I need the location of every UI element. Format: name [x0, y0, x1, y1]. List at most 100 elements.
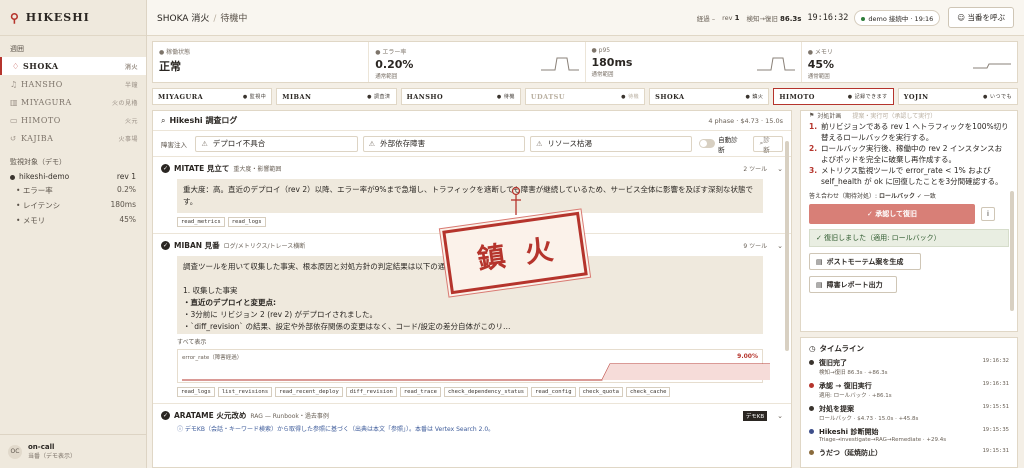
show-all-link[interactable]: すべて表示: [177, 337, 783, 346]
check-icon: ✓: [161, 411, 170, 420]
toggle-label: 自動診断: [718, 135, 738, 154]
toggle-switch[interactable]: [699, 139, 716, 148]
nav-label: MIYAGURA: [21, 97, 72, 107]
report-button[interactable]: ▤ 障害レポート出力: [809, 276, 897, 293]
check-icon: ✓: [161, 241, 170, 250]
station-name: SHOKA: [655, 92, 685, 101]
avatar: OC: [8, 444, 22, 459]
brand-name: HIKESHI: [25, 11, 90, 24]
call-oncall-button[interactable]: ☺ 当番を呼ぶ: [948, 7, 1014, 28]
approve-restore-button[interactable]: ✓ 承認して復旧: [809, 204, 975, 224]
breadcrumb-current: 待機中: [220, 14, 248, 24]
check-icon: ✓: [161, 164, 170, 173]
footer-title: on-call: [28, 443, 55, 451]
error-rate-line: [182, 363, 770, 381]
match-ok: ✓ 一致: [916, 193, 936, 200]
chart-icon: ▥: [10, 97, 19, 107]
panel-scrollbar[interactable]: [1010, 191, 1014, 311]
tool-chip: list_revisions: [217, 387, 273, 397]
pill-label: demo 接続中 · 19:16: [868, 14, 934, 23]
phase-desc: 重大度・影響範囲: [233, 166, 282, 173]
inject-label: デプロイ不具合: [212, 139, 266, 148]
timeline-dot: [809, 429, 814, 434]
station-miyagura[interactable]: MIYAGURA 監視中: [152, 88, 273, 105]
station-miban[interactable]: MIBAN 調査済: [276, 88, 397, 105]
monitor-metric: • メモリ 45%: [16, 215, 136, 225]
plan-step: 2. ロールバック実行後、稼働中の rev 2 インスタンスおよびポッドを完全に破…: [809, 143, 1009, 165]
station-status: 待機: [497, 93, 515, 100]
tool-chip: read_logs: [227, 217, 266, 227]
monitor-target[interactable]: hikeshi-demo rev 1: [0, 170, 146, 183]
log-title: Hikeshi 調査ログ: [169, 116, 238, 125]
station-udatsu[interactable]: UDATSU 待機: [524, 88, 646, 105]
document-icon: ▭: [10, 115, 19, 125]
warning-icon: ⚠: [201, 139, 208, 148]
chevron-down-icon[interactable]: ⌄: [777, 412, 783, 420]
event-time: 19:16:32: [982, 358, 1010, 364]
nav-shoka[interactable]: ♢ SHOKA 消火: [0, 57, 146, 75]
metric-card-error: ● エラー率 0.20% 通常範囲: [369, 42, 586, 82]
station-himoto[interactable]: HIMOTO 記録できます: [773, 88, 894, 105]
timeline-item: うだつ（延焼防止） 19:15:31: [809, 448, 1009, 458]
info-icon[interactable]: i: [981, 207, 995, 221]
user-footer[interactable]: OC on-call 当番（デモ表示）: [0, 434, 147, 468]
station-bar: MIYAGURA 監視中 MIBAN 調査済 HANSHO 待機 UDATSU 待機 S…: [152, 88, 1018, 105]
kb-badge: デモKB: [742, 410, 768, 421]
inject-resource-button[interactable]: ⚠ リソース枯渇: [530, 135, 693, 152]
inject-dependency-button[interactable]: ⚠ 外部依存障害: [362, 135, 526, 152]
text-line: ・3分前に リビジョン 2 (rev 2) がデプロイされました。: [183, 310, 378, 319]
metric-name: メモリ: [22, 216, 46, 225]
station-status: 記録できます: [848, 93, 888, 100]
matoi-icon: [511, 186, 521, 215]
plan-step: 1. 前リビジョンである rev 1 へトラフィックを100%切り替えるロールバッ…: [809, 122, 1009, 142]
nav-miyagura[interactable]: ▥ MIYAGURA 火の見櫓: [0, 93, 146, 111]
metric-label: p95: [598, 47, 611, 54]
timeline-item: 復旧完了 検知→復旧 86.3s · +86.3s 19:16:32: [809, 358, 1009, 376]
monitor-value: rev 1: [116, 172, 136, 181]
event-time: 19:15:51: [982, 404, 1010, 410]
inject-deploy-button[interactable]: ⚠ デプロイ不具合: [195, 135, 358, 152]
rag-note: ⓘ デモKB（会話・キーワード検索）から取得した参照に基づく（出典は本文「参照」…: [177, 424, 783, 433]
metric-sub: 通常範囲: [375, 74, 398, 80]
nav-himoto[interactable]: ▭ HIMOTO 火元: [0, 111, 146, 129]
station-name: HIMOTO: [779, 92, 815, 101]
step-text: 前リビジョンである rev 1 へトラフィックを100%切り替えるロールバックを…: [821, 122, 1009, 142]
event-title: 承認 → 復旧実行: [819, 382, 872, 390]
text-line: ・`diff_revision` の結果、設定や外部依存関係の変更はなく、コード…: [183, 322, 511, 331]
button-label: 障害レポート出力: [826, 280, 883, 289]
rev-label: rev: [722, 13, 733, 22]
status-meta: 経過 – rev 1 検知→復旧 86.3s: [697, 13, 802, 23]
text-line: ・直近のデプロイと変更点:: [183, 298, 276, 307]
station-yojin[interactable]: YOJIN いつでも: [897, 88, 1018, 105]
stamp-char: 鎮: [475, 239, 508, 277]
chevron-down-icon[interactable]: ⌄: [777, 242, 783, 250]
nav-tag: 消火: [124, 63, 138, 71]
tool-chip: diff_revision: [345, 387, 397, 397]
nav-tag: 火事場: [118, 135, 138, 143]
log-scrollbar[interactable]: [785, 141, 789, 351]
diagnose-button[interactable]: ⌕ 診断: [752, 135, 784, 154]
restore-label: 検知→復旧: [746, 14, 778, 23]
breadcrumb-item[interactable]: SHOKA 消火: [157, 14, 209, 24]
timeline-item: 承認 → 復旧実行 適用: ロールバック · +86.1s 19:16:31: [809, 381, 1009, 399]
station-status: 鎮火: [745, 93, 763, 100]
auto-diagnose-toggle[interactable]: 自動診断: [699, 134, 743, 154]
stamp-char: 火: [522, 232, 556, 270]
station-shoka[interactable]: SHOKA 鎮火: [649, 88, 770, 105]
info-icon: ⓘ: [177, 426, 185, 433]
postmortem-button[interactable]: ▤ ポストモーテム案を生成: [809, 253, 921, 270]
nav-hansho[interactable]: ♫ HANSHO 半鐘: [0, 75, 146, 93]
chevron-down-icon[interactable]: ⌄: [777, 165, 783, 173]
nav-kajiba[interactable]: ↺ KAJIBA 火事場: [0, 129, 146, 147]
note-text: デモKB（会話・キーワード検索）から取得した参照に基づく（出典は本文「参照」）。…: [184, 426, 495, 433]
nav-label: KAJIBA: [21, 133, 54, 143]
station-hansho[interactable]: HANSHO 待機: [400, 88, 521, 105]
match-label: 答え合わせ（期待対処）:: [809, 193, 878, 200]
fault-injection: 障害注入 ⚠ デプロイ不具合 ⚠ 外部依存障害 ⚠ リソース枯渇 自動診断 ⌕ 診断: [153, 131, 791, 157]
plan-header: ⚑ 対処計画 提案・実行可（承認して実行）: [809, 111, 1009, 120]
phase-desc: RAG — Runbook・過去事例: [250, 413, 329, 420]
section-label: 週囲: [10, 45, 24, 53]
nav-tag: 火元: [124, 117, 138, 125]
breadcrumb-sep: /: [213, 14, 217, 24]
connected-dot: [861, 16, 866, 21]
